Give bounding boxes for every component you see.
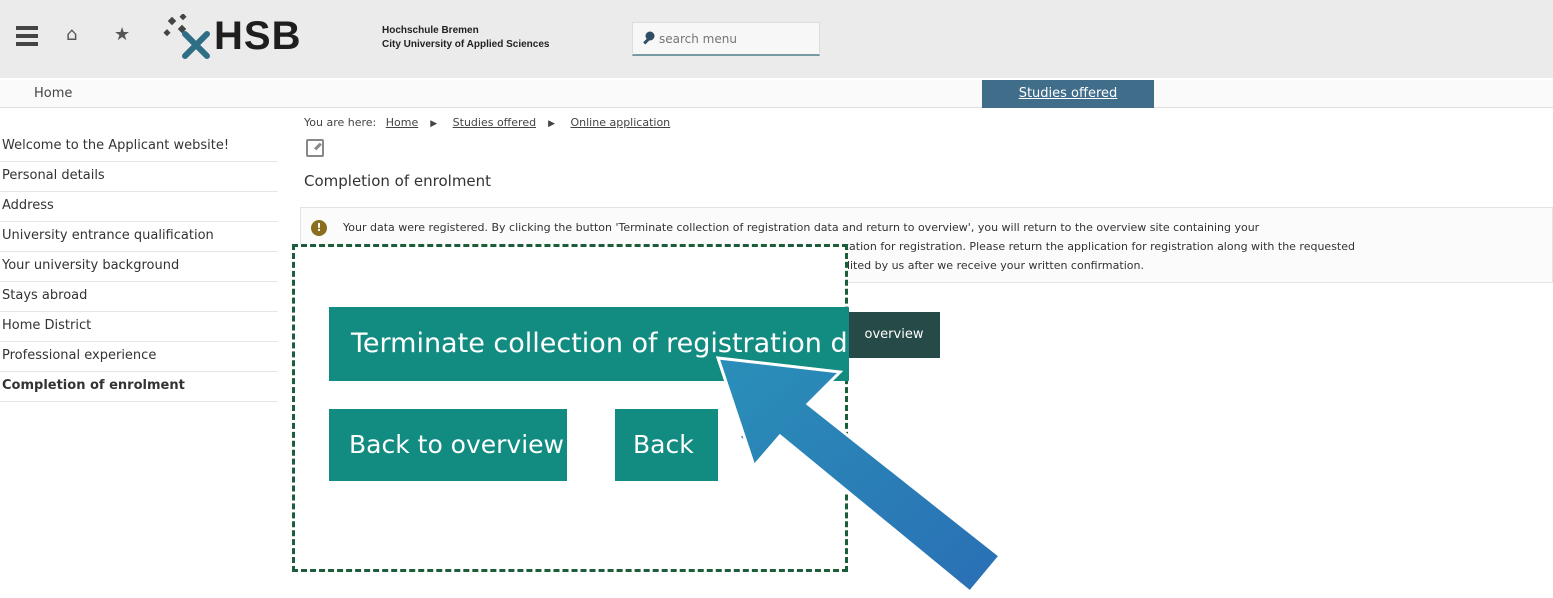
sidebar-item-address[interactable]: Address [0,192,278,222]
back-to-overview-button[interactable]: Back to overview [329,409,567,481]
back-button[interactable]: Back [615,409,718,481]
search-icon [643,31,655,45]
info-icon: ! [311,220,327,236]
hsb-logo-icon [163,14,210,59]
sidebar-item-professional-experience[interactable]: Professional experience [0,342,278,372]
chevron-right-icon: ▶ [548,119,555,129]
page-title: Completion of enrolment [304,172,492,190]
chevron-right-icon: ▶ [430,119,438,129]
logo-text: HSB [214,14,302,58]
breadcrumb-online-application[interactable]: Online application [571,116,671,129]
sidebar-item-stays-abroad[interactable]: Stays abroad [0,282,278,312]
star-icon[interactable]: ★ [114,24,130,45]
sidebar-item-entrance-qualification[interactable]: University entrance qualification [0,222,278,252]
breadcrumb-studies-offered[interactable]: Studies offered [453,116,536,129]
sidebar: Welcome to the Applicant website! Person… [0,132,278,402]
menu-icon[interactable] [16,26,38,46]
nav-home-link[interactable]: Home [34,86,72,101]
terminate-button-overview-part[interactable]: overview [848,312,940,358]
breadcrumb-home[interactable]: Home [386,116,418,129]
zoom-callout: Terminate collection of registration d B… [292,244,849,572]
sidebar-item-completion[interactable]: Completion of enrolment [0,372,278,402]
header-bar: ⌂ ★ HSB Hochschule Bremen City Universit… [0,0,1553,78]
university-name: Hochschule Bremen City University of App… [382,24,549,52]
uni-name-line2: City University of Applied Sciences [382,39,550,50]
uni-name-line1: Hochschule Bremen [382,25,479,36]
search-input[interactable] [659,29,809,49]
sidebar-item-welcome[interactable]: Welcome to the Applicant website! [0,132,278,162]
search-box[interactable] [632,22,820,56]
partial-icon [741,431,761,455]
edit-icon[interactable] [306,139,324,157]
breadcrumb: You are here: Home ▶ Studies offered ▶ Onl… [304,116,676,129]
nav-studies-offered-tab[interactable]: Studies offered [982,80,1154,108]
sidebar-item-home-district[interactable]: Home District [0,312,278,342]
top-navigation: Home Studies offered [0,80,1553,108]
home-icon[interactable]: ⌂ [66,24,77,45]
terminate-collection-button[interactable]: Terminate collection of registration d [329,307,849,381]
sidebar-item-personal-details[interactable]: Personal details [0,162,278,192]
info-line-1: Your data were registered. By clicking t… [343,221,1260,234]
breadcrumb-prefix: You are here: [304,116,377,129]
sidebar-item-university-background[interactable]: Your university background [0,252,278,282]
